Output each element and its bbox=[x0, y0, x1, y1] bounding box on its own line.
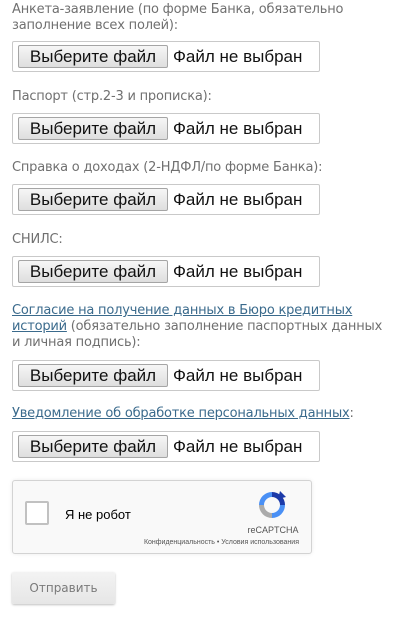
field-label-personal-data: Уведомление об обработке персональных да… bbox=[12, 406, 384, 422]
recaptcha-brand: reCAPTCHA bbox=[247, 525, 299, 535]
recaptcha-label: Я не робот bbox=[65, 507, 131, 522]
label-text: Справка о доходах (2-НДФЛ/по форме Банка… bbox=[12, 160, 323, 175]
personal-data-notice-link[interactable]: Уведомление об обработке персональных да… bbox=[12, 406, 350, 421]
file-status: Файл не выбран bbox=[173, 47, 303, 66]
file-input-passport[interactable]: Выберите файл Файл не выбран bbox=[12, 113, 320, 144]
field-label-credit-bureau: Согласие на получение данных в Бюро кред… bbox=[12, 303, 384, 351]
recaptcha-links[interactable]: Конфиденциальность • Условия использован… bbox=[144, 539, 299, 546]
field-label-application: Анкета-заявление (по форме Банка, обязат… bbox=[12, 2, 384, 34]
label-text: СНИЛС: bbox=[12, 232, 63, 247]
file-status: Файл не выбран bbox=[173, 119, 303, 138]
recaptcha-widget: Я не робот reCAPTCHA Конфиденциальность … bbox=[12, 480, 312, 554]
label-text: Паспорт (стр.2-3 и прописка): bbox=[12, 89, 212, 104]
file-input-application[interactable]: Выберите файл Файл не выбран bbox=[12, 41, 320, 72]
label-text: (обязательно заполнение паспортных данны… bbox=[12, 319, 383, 350]
file-input-personal-data[interactable]: Выберите файл Файл не выбран bbox=[12, 431, 320, 462]
file-input-credit-bureau[interactable]: Выберите файл Файл не выбран bbox=[12, 360, 320, 391]
field-label-snils: СНИЛС: bbox=[12, 232, 384, 248]
label-text: : bbox=[349, 406, 354, 421]
choose-file-button[interactable]: Выберите файл bbox=[18, 117, 168, 140]
field-label-passport: Паспорт (стр.2-3 и прописка): bbox=[12, 89, 384, 105]
file-status: Файл не выбран bbox=[173, 437, 303, 456]
field-label-income: Справка о доходах (2-НДФЛ/по форме Банка… bbox=[12, 160, 384, 176]
file-status: Файл не выбран bbox=[173, 366, 303, 385]
recaptcha-logo-icon bbox=[259, 491, 286, 518]
recaptcha-checkbox[interactable] bbox=[25, 501, 49, 525]
choose-file-button[interactable]: Выберите файл bbox=[18, 45, 168, 68]
choose-file-button[interactable]: Выберите файл bbox=[18, 435, 168, 458]
submit-button[interactable]: Отправить bbox=[12, 572, 115, 604]
choose-file-button[interactable]: Выберите файл bbox=[18, 364, 168, 387]
choose-file-button[interactable]: Выберите файл bbox=[18, 188, 168, 211]
file-input-snils[interactable]: Выберите файл Файл не выбран bbox=[12, 256, 320, 287]
choose-file-button[interactable]: Выберите файл bbox=[18, 260, 168, 283]
label-text: Анкета-заявление (по форме Банка, обязат… bbox=[12, 2, 344, 33]
file-status: Файл не выбран bbox=[173, 262, 303, 281]
file-status: Файл не выбран bbox=[173, 190, 303, 209]
file-input-income[interactable]: Выберите файл Файл не выбран bbox=[12, 184, 320, 215]
